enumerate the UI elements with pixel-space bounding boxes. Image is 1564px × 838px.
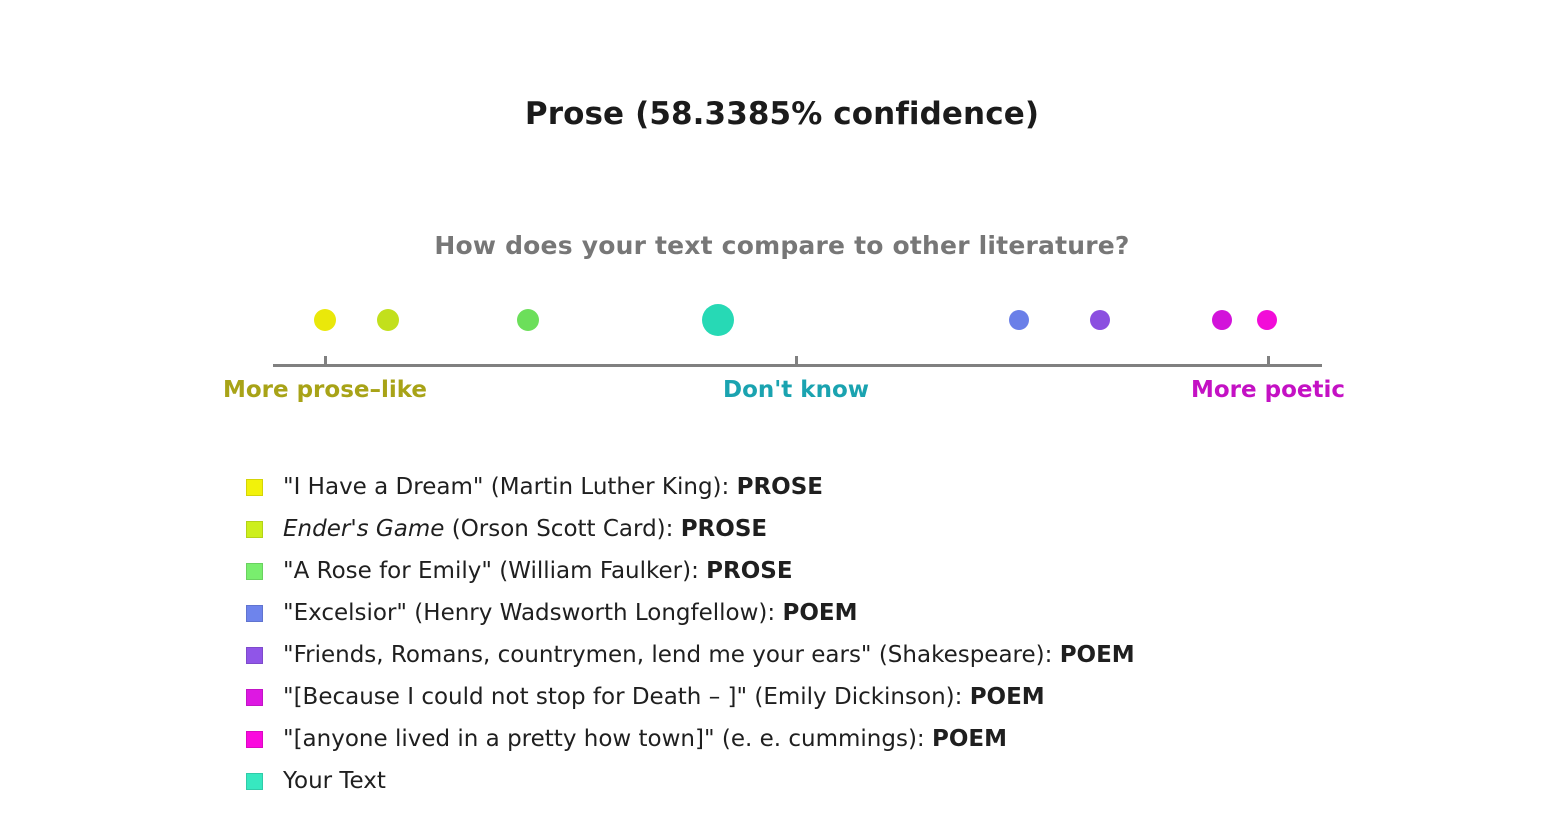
legend-item-verdict: PROSE	[736, 473, 823, 500]
legend-swatch-icon	[246, 772, 263, 790]
page-title: Prose (58.3385% confidence)	[524, 96, 1040, 132]
legend-item-label: "Friends, Romans, countrymen, lend me yo…	[283, 641, 1135, 668]
axis-label-dont-know: Don't know	[722, 377, 870, 403]
scatter-dot-2	[517, 309, 539, 331]
legend-swatch-icon	[246, 688, 263, 706]
scatter-dot-6	[1257, 310, 1277, 330]
comparison-scale: More prose–like Don't know More poetic	[0, 280, 1564, 420]
legend-item-label: Your Text	[283, 767, 386, 794]
scatter-dot-7	[702, 304, 734, 336]
axis-tick-2	[1267, 356, 1270, 365]
legend-item: "[anyone lived in a pretty how town]" (e…	[246, 718, 1446, 760]
scatter-dot-0	[314, 309, 336, 331]
legend-item: "I Have a Dream" (Martin Luther King): P…	[246, 466, 1446, 508]
legend-item-label: Ender's Game (Orson Scott Card): PROSE	[283, 515, 768, 542]
legend-swatch-icon	[246, 646, 263, 664]
legend-item: "A Rose for Emily" (William Faulker): PR…	[246, 550, 1446, 592]
legend: "I Have a Dream" (Martin Luther King): P…	[246, 466, 1446, 802]
scatter-dot-5	[1212, 310, 1232, 330]
legend-swatch-icon	[246, 730, 263, 748]
scatter-dot-3	[1009, 310, 1029, 330]
legend-swatch-icon	[246, 562, 263, 580]
scatter-dot-1	[377, 309, 399, 331]
legend-item-label: "[Because I could not stop for Death – ]…	[283, 683, 1045, 710]
legend-item-label: "[anyone lived in a pretty how town]" (e…	[283, 725, 1008, 752]
legend-item-verdict: POEM	[1059, 641, 1135, 668]
legend-swatch-icon	[246, 478, 263, 496]
axis-tick-0	[324, 356, 327, 365]
legend-item: "Excelsior" (Henry Wadsworth Longfellow)…	[246, 592, 1446, 634]
legend-item-verdict: POEM	[932, 725, 1008, 752]
axis-label-more-poetic: More poetic	[1190, 377, 1346, 403]
legend-swatch-icon	[246, 520, 263, 538]
axis-label-more-prose-like: More prose–like	[222, 377, 428, 403]
legend-item-verdict: POEM	[969, 683, 1045, 710]
axis-tick-1	[795, 356, 798, 365]
legend-item-label: "A Rose for Emily" (William Faulker): PR…	[283, 557, 793, 584]
scatter-dot-4	[1090, 310, 1110, 330]
legend-item-verdict: PROSE	[706, 557, 793, 584]
legend-item: Ender's Game (Orson Scott Card): PROSE	[246, 508, 1446, 550]
legend-item: Your Text	[246, 760, 1446, 802]
legend-swatch-icon	[246, 604, 263, 622]
legend-item-verdict: PROSE	[680, 515, 768, 542]
legend-item-label: "I Have a Dream" (Martin Luther King): P…	[283, 473, 823, 500]
legend-item-label: "Excelsior" (Henry Wadsworth Longfellow)…	[283, 599, 858, 626]
chart-subtitle: How does your text compare to other lite…	[434, 231, 1130, 260]
legend-item-title-italic: Ender's Game	[283, 515, 445, 542]
legend-item: "Friends, Romans, countrymen, lend me yo…	[246, 634, 1446, 676]
legend-item: "[Because I could not stop for Death – ]…	[246, 676, 1446, 718]
legend-item-verdict: POEM	[782, 599, 858, 626]
